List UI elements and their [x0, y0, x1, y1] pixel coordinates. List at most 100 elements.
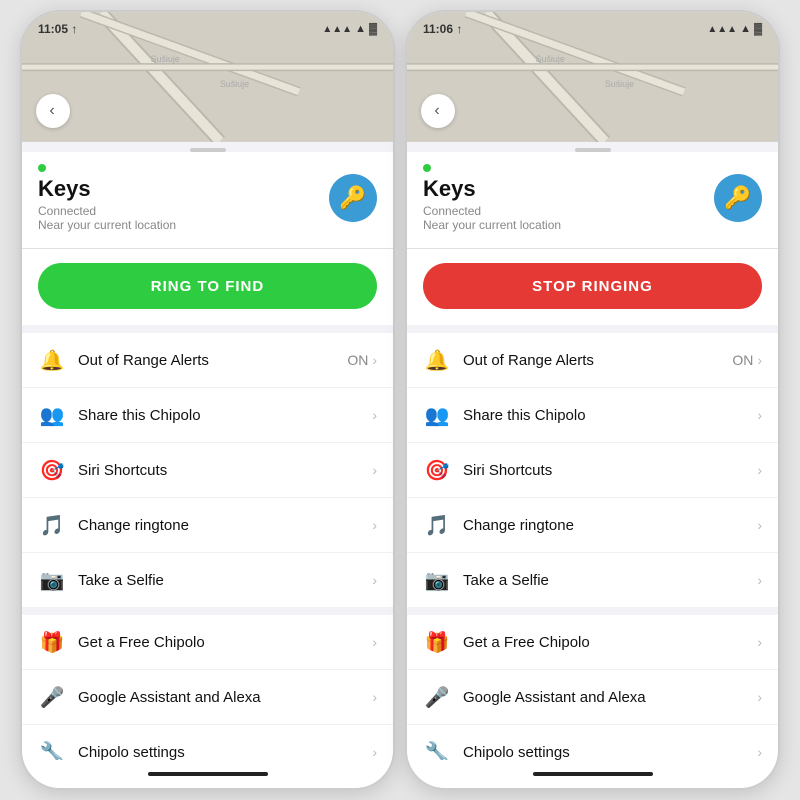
device-icon-button[interactable]: 🔑 — [714, 174, 762, 222]
phone-right: Sušiuje Sušiuje 11:06 ↑ ▲▲▲ ▲ ▓ ‹ Keys C… — [405, 10, 780, 790]
menu-item-label: Take a Selfie — [463, 572, 757, 589]
device-name: Keys — [423, 176, 561, 202]
device-icon-button[interactable]: 🔑 — [329, 174, 377, 222]
back-button[interactable]: ‹ — [36, 94, 70, 128]
back-arrow-icon: ‹ — [49, 102, 54, 120]
wifi-icon: ▲ — [355, 23, 366, 35]
menu-item-right: › — [372, 517, 377, 533]
action-area: RING TO FIND — [22, 249, 393, 333]
chevron-icon: › — [372, 407, 377, 423]
menu-item[interactable]: 🔔Out of Range AlertsON› — [22, 333, 393, 388]
svg-text:Sušiuje: Sušiuje — [536, 54, 565, 64]
scroll-area: Keys Connected Near your current locatio… — [22, 152, 393, 760]
chevron-icon: › — [757, 744, 762, 760]
menu-item-icon: 📷 — [38, 566, 66, 594]
menu-item[interactable]: 🎯Siri Shortcuts› — [22, 443, 393, 498]
menu-item-icon: 🎤 — [38, 683, 66, 711]
chevron-icon: › — [372, 689, 377, 705]
menu-item[interactable]: 📷Take a Selfie› — [22, 553, 393, 607]
menu-item[interactable]: 🎤Google Assistant and Alexa› — [22, 670, 393, 725]
menu-item-right: › — [372, 572, 377, 588]
menu-item-label: Share this Chipolo — [78, 407, 372, 424]
status-dot — [38, 164, 46, 172]
device-location: Near your current location — [38, 218, 176, 232]
device-connected: Connected — [423, 204, 561, 218]
chevron-icon: › — [757, 572, 762, 588]
menu-item-right: › — [757, 462, 762, 478]
menu-item[interactable]: 🔔 Out of Range AlertsON› — [407, 333, 778, 388]
menu-item[interactable]: 👥Share this Chipolo› — [407, 388, 778, 443]
menu-item[interactable]: 🎁Get a Free Chipolo› — [22, 615, 393, 670]
menu-item[interactable]: 🎯Siri Shortcuts› — [407, 443, 778, 498]
chevron-icon: › — [372, 352, 377, 368]
device-info: Keys Connected Near your current locatio… — [407, 152, 778, 249]
status-bar: 11:06 ↑ ▲▲▲ ▲ ▓ — [407, 12, 778, 40]
back-button[interactable]: ‹ — [421, 94, 455, 128]
device-info-left: Keys Connected Near your current locatio… — [38, 164, 176, 232]
map-area: Sušiuje Sušiuje 11:06 ↑ ▲▲▲ ▲ ▓ ‹ — [407, 12, 778, 142]
menu-item-label: Get a Free Chipolo — [463, 634, 757, 651]
home-bar — [533, 772, 653, 776]
chevron-icon: › — [757, 407, 762, 423]
menu-item[interactable]: 🎤Google Assistant and Alexa› — [407, 670, 778, 725]
status-dot — [423, 164, 431, 172]
battery-icon: ▓ — [369, 23, 377, 35]
menu-section-1: 🎁Get a Free Chipolo›🎤Google Assistant an… — [407, 615, 778, 760]
menu-item-icon: 🔔 — [38, 346, 66, 374]
menu-item-icon: 🔔 — [423, 346, 451, 374]
key-icon: 🔑 — [724, 185, 751, 211]
menu-item-right: › — [757, 407, 762, 423]
device-info-left: Keys Connected Near your current locatio… — [423, 164, 561, 232]
menu-item-right: › — [372, 689, 377, 705]
menu-item[interactable]: 👥Share this Chipolo› — [22, 388, 393, 443]
menu-item-label: Chipolo settings — [78, 744, 372, 761]
menu-section-0: 🔔Out of Range AlertsON›👥Share this Chipo… — [407, 333, 778, 607]
menu-item-icon: 🎯 — [38, 456, 66, 484]
home-indicator — [22, 760, 393, 788]
menu-item-label: Chipolo settings — [463, 744, 757, 761]
device-location: Near your current location — [423, 218, 561, 232]
menu-item[interactable]: 🔧 Chipolo settings› — [22, 725, 393, 760]
menu-item-right: › — [757, 517, 762, 533]
menu-item-right: › — [757, 744, 762, 760]
menu-item-icon: 🎁 — [38, 628, 66, 656]
menu-section-0: 🔔Out of Range AlertsON›👥Share this Chipo… — [22, 333, 393, 607]
main-container: Sušiuje Sušiuje 11:05 ↑ ▲▲▲ ▲ ▓ ‹ Keys C… — [10, 0, 790, 800]
menu-item[interactable]: 🎁Get a Free Chipolo› — [407, 615, 778, 670]
menu-item-label: Siri Shortcuts — [463, 462, 757, 479]
chevron-icon: › — [757, 634, 762, 650]
home-indicator — [407, 760, 778, 788]
stop-ringing-button[interactable]: STOP RINGING — [423, 263, 762, 309]
chevron-icon: › — [757, 352, 762, 368]
status-icons: ▲▲▲ ▲ ▓ — [322, 23, 377, 35]
chevron-icon: › — [372, 462, 377, 478]
action-area: STOP RINGING — [407, 249, 778, 333]
chevron-icon: › — [757, 517, 762, 533]
battery-icon: ▓ — [754, 23, 762, 35]
ring-to-find-button[interactable]: RING TO FIND — [38, 263, 377, 309]
menu-item[interactable]: 📷 Take a Selfie› — [407, 553, 778, 607]
phone-left: Sušiuje Sušiuje 11:05 ↑ ▲▲▲ ▲ ▓ ‹ Keys C… — [20, 10, 395, 790]
menu-item-label: Get a Free Chipolo — [78, 634, 372, 651]
menu-item-right: › — [372, 407, 377, 423]
menu-item[interactable]: 🔧 Chipolo settings› — [407, 725, 778, 760]
svg-text:Sušiuje: Sušiuje — [605, 79, 634, 89]
device-info: Keys Connected Near your current locatio… — [22, 152, 393, 249]
menu-item[interactable]: 🎵Change ringtone› — [22, 498, 393, 553]
menu-item-value: ON — [732, 352, 753, 368]
svg-text:Sušiuje: Sušiuje — [151, 54, 180, 64]
menu-item-icon: 📷 — [423, 566, 451, 594]
menu-item-icon: 🔧 — [423, 738, 451, 760]
device-name: Keys — [38, 176, 176, 202]
home-bar — [148, 772, 268, 776]
menu-item-label: Out of Range Alerts — [463, 352, 732, 369]
menu-item-value: ON — [347, 352, 368, 368]
menu-item-icon: 🎵 — [423, 511, 451, 539]
svg-text:Sušiuje: Sušiuje — [220, 79, 249, 89]
wifi-icon: ▲ — [740, 23, 751, 35]
map-area: Sušiuje Sušiuje 11:05 ↑ ▲▲▲ ▲ ▓ ‹ — [22, 12, 393, 142]
menu-item-right: › — [372, 744, 377, 760]
menu-section-1: 🎁Get a Free Chipolo›🎤Google Assistant an… — [22, 615, 393, 760]
menu-item[interactable]: 🎵Change ringtone› — [407, 498, 778, 553]
menu-item-icon: 🔧 — [38, 738, 66, 760]
